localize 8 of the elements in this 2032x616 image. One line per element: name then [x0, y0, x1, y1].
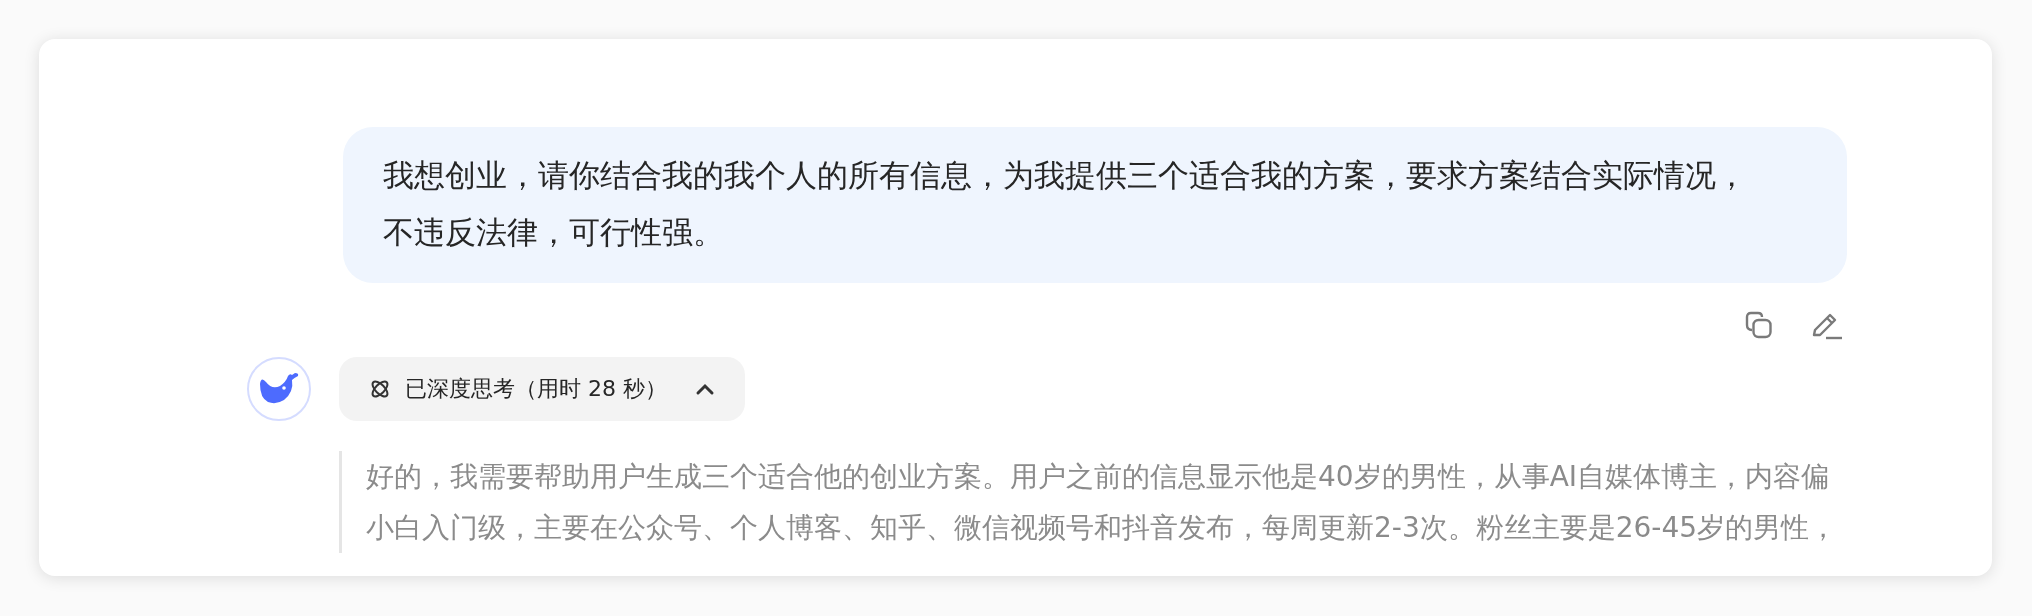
whale-avatar-icon [247, 357, 311, 421]
chevron-up-icon [695, 382, 715, 396]
reasoning-text: 好的，我需要帮助用户生成三个适合他的创业方案。用户之前的信息显示他是40岁的男性，从事AI自媒体博主，内容偏 小白入门级，主要在公众号、个人博客、知乎、微信视频号和抖音发布，每周更新2-3次。粉丝主要是26-45岁的男性， [339, 451, 1838, 553]
user-message: 我想创业，请你结合我的我个人的所有信息，为我提供三个适合我的方案，要求方案结合实际情况， 不违反法律，可行性强。 [343, 127, 1847, 283]
thinking-toggle[interactable]: 已深度思考（用时 28 秒） [339, 357, 745, 421]
copy-icon[interactable] [1745, 311, 1775, 341]
atom-icon [369, 378, 391, 400]
pencil-icon[interactable] [1811, 311, 1843, 341]
